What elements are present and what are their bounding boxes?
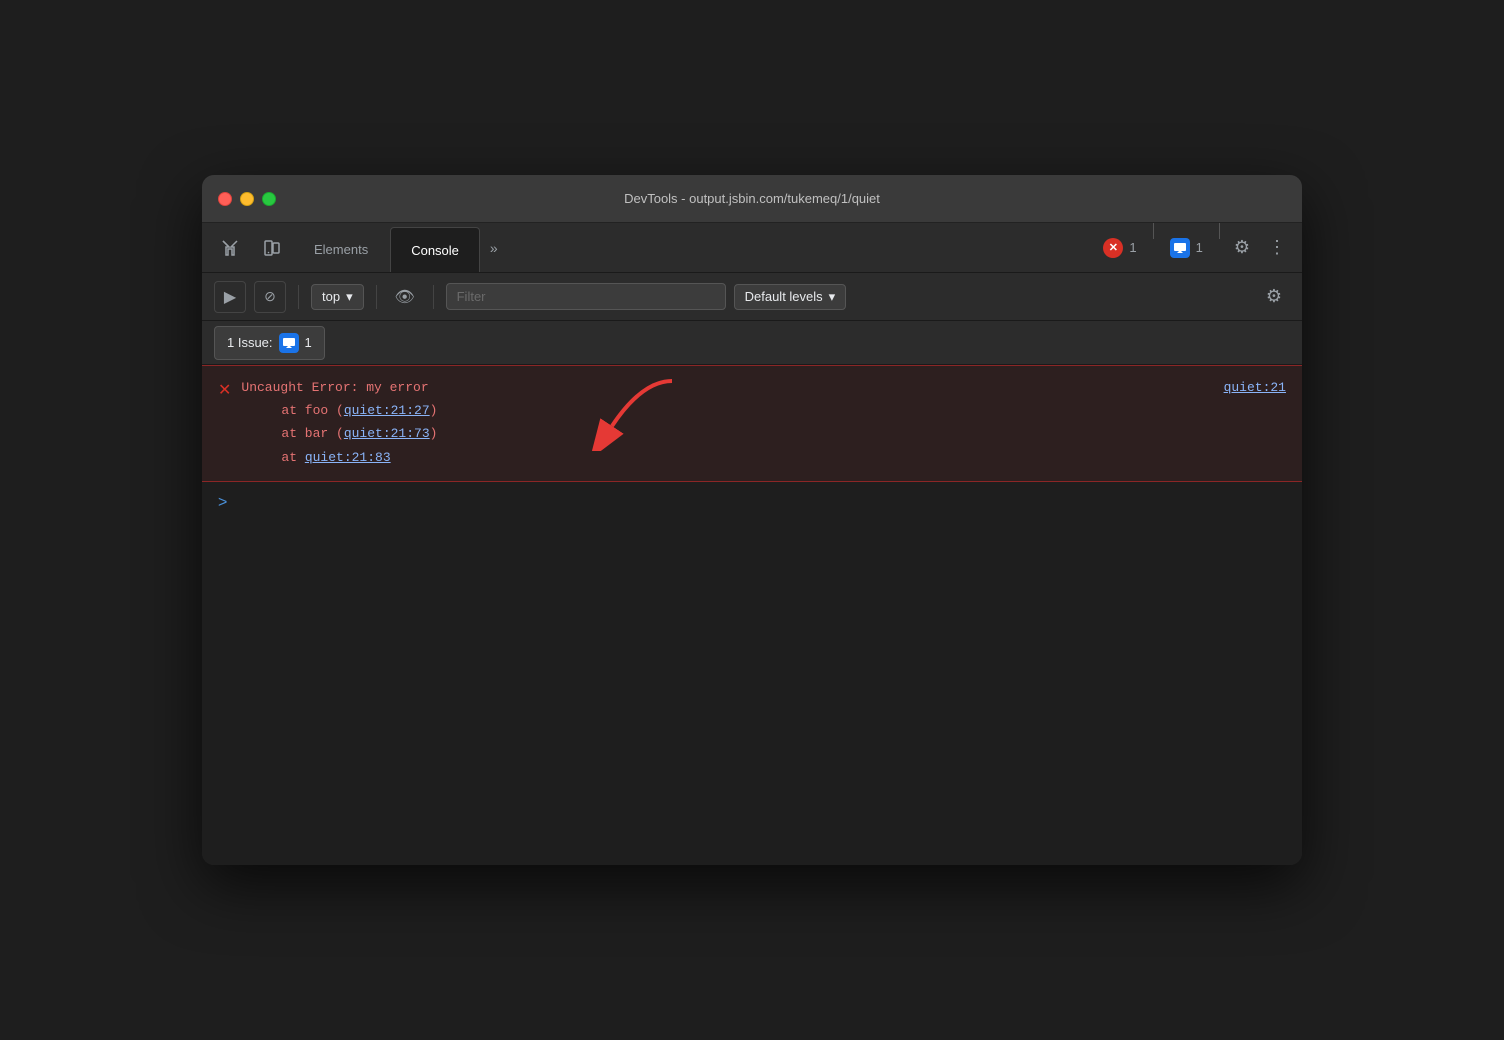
badge-divider (1153, 223, 1154, 239)
message-badge[interactable]: 1 (1160, 223, 1213, 272)
error-badge[interactable]: ✕ 1 (1093, 223, 1146, 272)
tabbar: Elements Console » ✕ 1 1 ⚙ (202, 223, 1302, 273)
stack-line-2-end: ) (430, 426, 438, 441)
console-content: ✕ Uncaught Error: my error at foo (quiet… (202, 365, 1302, 865)
live-expressions-button[interactable]: 👁 (389, 281, 421, 313)
toolbar-separator-3 (433, 285, 434, 309)
devtools-window: DevTools - output.jsbin.com/tukemeq/1/qu… (202, 175, 1302, 865)
prompt-arrow[interactable]: > (218, 494, 227, 512)
more-options-button[interactable]: ⋮ (1260, 223, 1294, 272)
console-settings-button[interactable]: ⚙ (1258, 281, 1290, 313)
context-label: top (322, 289, 340, 304)
issues-badge[interactable]: 1 Issue: 1 (214, 326, 325, 360)
tab-console-label: Console (411, 243, 459, 258)
traffic-lights (218, 192, 276, 206)
tab-elements[interactable]: Elements (294, 227, 388, 272)
toolbar-separator-2 (376, 285, 377, 309)
titlebar: DevTools - output.jsbin.com/tukemeq/1/qu… (202, 175, 1302, 223)
levels-label: Default levels (745, 289, 823, 304)
error-main-text: Uncaught Error: my error (241, 378, 1290, 399)
stack-line-2-text: at bar ( (281, 426, 343, 441)
levels-arrow: ▾ (829, 289, 836, 305)
console-input-row: > (202, 482, 1302, 524)
eye-icon: 👁 (394, 287, 414, 307)
dots-icon: ⋮ (1268, 237, 1286, 258)
error-stack-trace: at foo (quiet:21:27) at bar (quiet:21:73… (241, 399, 1290, 469)
console-toolbar: ▶ ⊘ top ▾ 👁 Default levels ▾ ⚙ (202, 273, 1302, 321)
stack-line-2: at bar (quiet:21:73) (281, 422, 1290, 445)
stack-line-3: at quiet:21:83 (281, 446, 1290, 469)
stack-line-1: at foo (quiet:21:27) (281, 399, 1290, 422)
stack-line-1-end: ) (430, 403, 438, 418)
issues-bar: 1 Issue: 1 (202, 321, 1302, 365)
device-icon-button[interactable] (252, 223, 292, 272)
error-message-text: Uncaught Error: my error (241, 380, 428, 395)
minimize-button[interactable] (240, 192, 254, 206)
tab-more-button[interactable]: » (482, 223, 506, 272)
issues-badge-count: 1 (305, 335, 312, 350)
stack-line-1-text: at foo ( (281, 403, 343, 418)
close-button[interactable] (218, 192, 232, 206)
toolbar-separator-1 (298, 285, 299, 309)
tab-more-label: » (490, 240, 498, 256)
error-entry: ✕ Uncaught Error: my error at foo (quiet… (202, 365, 1302, 482)
clear-icon: ⊘ (264, 288, 276, 305)
window-title: DevTools - output.jsbin.com/tukemeq/1/qu… (624, 191, 880, 206)
clear-console-button[interactable]: ⊘ (254, 281, 286, 313)
settings-icon-button[interactable]: ⚙ (1226, 223, 1258, 272)
message-badge-count: 1 (1196, 240, 1203, 255)
inspect-icon-button[interactable] (210, 223, 250, 272)
badge-divider2 (1219, 223, 1220, 239)
maximize-button[interactable] (262, 192, 276, 206)
error-entry-content: Uncaught Error: my error at foo (quiet:2… (241, 378, 1290, 469)
console-settings-gear-icon: ⚙ (1266, 286, 1282, 307)
tab-console[interactable]: Console (390, 227, 480, 272)
error-badge-count: 1 (1129, 240, 1136, 255)
error-badge-icon: ✕ (1103, 238, 1123, 258)
error-entry-icon: ✕ (218, 380, 231, 400)
tab-elements-label: Elements (314, 242, 368, 257)
stack-link-3[interactable]: quiet:21:83 (305, 450, 391, 465)
run-icon: ▶ (224, 287, 236, 307)
log-levels-selector[interactable]: Default levels ▾ (734, 284, 847, 310)
message-badge-icon (1170, 238, 1190, 258)
context-selector[interactable]: top ▾ (311, 284, 364, 310)
stack-link-2[interactable]: quiet:21:73 (344, 426, 430, 441)
filter-input[interactable] (446, 283, 726, 310)
issues-message-icon (279, 333, 299, 353)
context-arrow: ▾ (346, 289, 353, 305)
error-source-link[interactable]: quiet:21 (1224, 380, 1286, 395)
stack-line-3-text: at (281, 450, 304, 465)
issues-count-label: 1 Issue: (227, 335, 273, 350)
run-script-button[interactable]: ▶ (214, 281, 246, 313)
stack-link-1[interactable]: quiet:21:27 (344, 403, 430, 418)
gear-icon: ⚙ (1234, 237, 1250, 258)
